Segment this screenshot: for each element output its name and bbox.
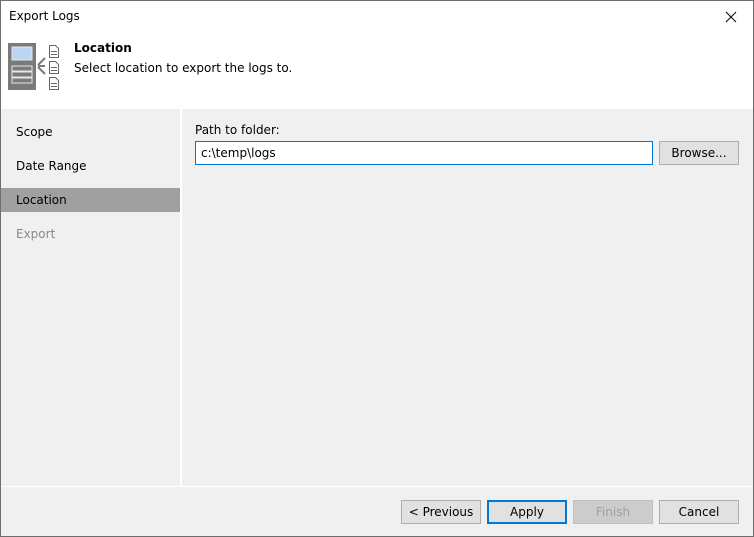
cancel-button[interactable]: Cancel	[659, 500, 739, 524]
nav-step-export: Export	[16, 227, 56, 241]
nav-step-date-range[interactable]: Date Range	[1, 154, 180, 178]
apply-button[interactable]: Apply	[487, 500, 567, 524]
browse-button[interactable]: Browse...	[659, 141, 739, 165]
close-button[interactable]	[709, 1, 753, 32]
close-icon	[725, 11, 737, 22]
step-title: Location	[74, 41, 132, 55]
wizard-steps-nav: Scope Date Range Location Export	[1, 109, 180, 486]
export-logs-dialog: Export Logs Location Select location to …	[0, 0, 754, 537]
wizard-header: Location Select location to export the l…	[1, 32, 753, 109]
finish-button: Finish	[573, 500, 653, 524]
step-description: Select location to export the logs to.	[74, 61, 293, 75]
nav-step-location[interactable]: Location	[1, 188, 180, 212]
path-to-folder-label: Path to folder:	[195, 123, 280, 137]
title-bar: Export Logs	[1, 1, 753, 32]
previous-button[interactable]: < Previous	[401, 500, 481, 524]
wizard-footer: < Previous Apply Finish Cancel	[1, 487, 753, 536]
window-title: Export Logs	[9, 9, 80, 23]
location-panel: Path to folder: Browse...	[182, 109, 753, 486]
path-to-folder-input[interactable]	[195, 141, 653, 165]
nav-step-scope[interactable]: Scope	[1, 120, 180, 144]
export-logs-icon	[8, 43, 59, 90]
